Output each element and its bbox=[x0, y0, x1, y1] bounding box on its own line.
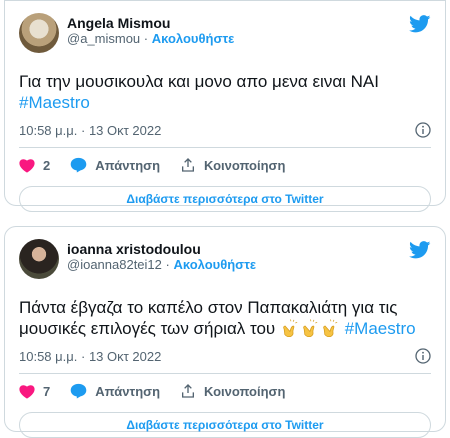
reply-button[interactable]: Απάντηση bbox=[70, 383, 160, 399]
clap-emoji-icon bbox=[283, 319, 298, 337]
like-count: 7 bbox=[43, 383, 51, 399]
tweet-actions: 2 Απάντηση Κοινοποίηση bbox=[19, 148, 431, 182]
reply-label: Απάντηση bbox=[95, 383, 161, 399]
reply-bubble-icon bbox=[70, 383, 87, 399]
share-label: Κοινοποίηση bbox=[204, 157, 286, 173]
hashtag-link[interactable]: #Maestro bbox=[345, 319, 416, 338]
reply-label: Απάντηση bbox=[95, 157, 161, 173]
tweet-timestamp: 10:58 μ.μ. · 13 Οκτ 2022 bbox=[19, 347, 431, 365]
share-button[interactable]: Κοινοποίηση bbox=[180, 383, 285, 399]
avatar[interactable] bbox=[19, 13, 59, 53]
separator: · bbox=[165, 257, 170, 272]
follow-link[interactable]: Ακολουθήστε bbox=[173, 257, 256, 272]
tweet-time[interactable]: 10:58 μ.μ. bbox=[19, 123, 77, 138]
author-handle[interactable]: @a_mismou bbox=[67, 31, 140, 46]
read-more-button[interactable]: Διαβάστε περισσότερα στο Twitter bbox=[19, 412, 431, 438]
twitter-bird-icon[interactable] bbox=[409, 15, 431, 33]
author-handle[interactable]: @ioanna82tei12 bbox=[67, 257, 162, 272]
tweet-header: Angela Mismou @a_mismou · Ακολουθήστε bbox=[19, 13, 431, 57]
tweet-header: ioanna xristodoulou @ioanna82tei12 · Ακο… bbox=[19, 239, 431, 283]
heart-icon bbox=[19, 384, 35, 399]
info-icon[interactable] bbox=[415, 348, 431, 364]
reply-button[interactable]: Απάντηση bbox=[70, 157, 160, 173]
like-count: 2 bbox=[43, 157, 51, 173]
date-separator: · bbox=[80, 122, 86, 138]
like-button[interactable]: 2 bbox=[19, 158, 50, 173]
author-name[interactable]: Angela Mismou bbox=[67, 15, 234, 31]
share-icon bbox=[182, 384, 195, 398]
tweet-actions: 7 Απάντηση Κοινοποίηση bbox=[19, 374, 431, 408]
author-name[interactable]: ioanna xristodoulou bbox=[67, 241, 256, 257]
follow-link[interactable]: Ακολουθήστε bbox=[152, 31, 235, 46]
share-icon bbox=[182, 158, 195, 172]
info-icon[interactable] bbox=[415, 122, 431, 138]
tweet-text: Για την μουσικουλα και μονο απο μενα ειν… bbox=[19, 71, 431, 113]
avatar[interactable] bbox=[19, 239, 59, 279]
hashtag-link[interactable]: #Maestro bbox=[19, 93, 90, 112]
reply-bubble-icon bbox=[70, 157, 87, 173]
handle-row: @a_mismou · Ακολουθήστε bbox=[67, 31, 234, 47]
like-button[interactable]: 7 bbox=[19, 384, 50, 399]
tweet-text-body: Για την μουσικουλα και μονο απο μενα ειν… bbox=[19, 72, 379, 91]
tweet-text-line-2: μουσικές επιλογές των σήριαλ του bbox=[19, 319, 276, 338]
tweet-text-line-1: Πάντα έβγαζα το καπέλο στον Παπακαλιάτη … bbox=[19, 298, 398, 317]
tweet-time[interactable]: 10:58 μ.μ. bbox=[19, 349, 77, 364]
tweet-text: Πάντα έβγαζα το καπέλο στον Παπακαλιάτη … bbox=[19, 297, 431, 339]
tweet-card-2: ioanna xristodoulou @ioanna82tei12 · Ακο… bbox=[4, 226, 446, 438]
tweet-date[interactable]: 13 Οκτ 2022 bbox=[89, 349, 161, 364]
read-more-button[interactable]: Διαβάστε περισσότερα στο Twitter bbox=[19, 186, 431, 212]
handle-row: @ioanna82tei12 · Ακολουθήστε bbox=[67, 257, 256, 273]
clap-emoji-icon bbox=[323, 319, 338, 337]
clap-emoji-icon bbox=[303, 319, 318, 337]
twitter-bird-icon[interactable] bbox=[409, 241, 431, 259]
heart-icon bbox=[19, 158, 35, 173]
share-label: Κοινοποίηση bbox=[204, 383, 286, 399]
date-separator: · bbox=[80, 348, 86, 364]
author-block: ioanna xristodoulou @ioanna82tei12 · Ακο… bbox=[67, 241, 256, 273]
share-button[interactable]: Κοινοποίηση bbox=[180, 157, 285, 173]
tweet-timestamp: 10:58 μ.μ. · 13 Οκτ 2022 bbox=[19, 121, 431, 139]
author-block: Angela Mismou @a_mismou · Ακολουθήστε bbox=[67, 15, 234, 47]
separator: · bbox=[143, 31, 149, 46]
tweet-date[interactable]: 13 Οκτ 2022 bbox=[89, 123, 161, 138]
tweet-card-1: Angela Mismou @a_mismou · Ακολουθήστε Γι… bbox=[4, 0, 446, 212]
